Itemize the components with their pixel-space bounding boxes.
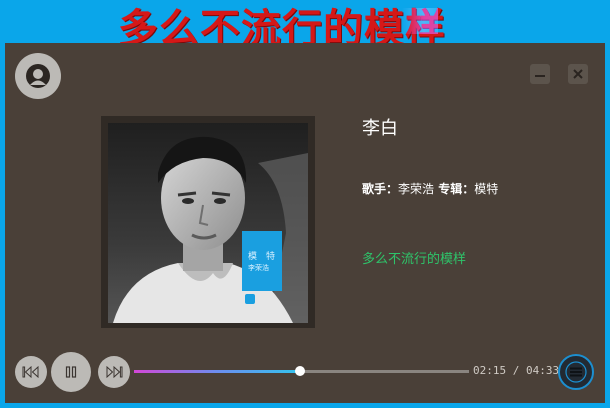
playlist-icon <box>565 361 587 383</box>
album-tag-text-1: 模 <box>248 252 258 262</box>
song-meta: 歌手：李荣浩 专辑：模特 <box>362 180 498 197</box>
user-avatar-button[interactable] <box>15 53 61 99</box>
close-button[interactable] <box>568 64 588 84</box>
singer-name: 李荣浩 <box>398 182 435 196</box>
time-display: 02:15 / 04:33 <box>473 364 559 377</box>
current-lyric-line: 多么不流行的模样 <box>362 252 467 267</box>
music-player: 模 特 李荣浩 李白 歌手：李荣浩 专辑：模特 多么不流行的模样 02:15 /… <box>5 43 605 403</box>
title-highlight <box>402 8 438 34</box>
progress-thumb[interactable] <box>294 366 305 376</box>
user-avatar-icon <box>26 64 50 88</box>
minimize-icon <box>535 75 545 77</box>
album-cover-frame: 模 特 李荣浩 <box>101 116 315 328</box>
previous-track-button[interactable] <box>15 356 47 388</box>
playlist-button[interactable] <box>558 354 594 390</box>
skip-previous-icon <box>22 366 39 378</box>
progress-fill <box>134 370 300 373</box>
song-title: 李白 <box>362 118 398 139</box>
album-cover: 模 特 李荣浩 <box>108 123 308 323</box>
total-time: 04:33 <box>526 364 560 377</box>
album-label: 专辑： <box>438 182 475 196</box>
album-cover-art <box>108 123 308 323</box>
album-name: 模特 <box>474 182 499 196</box>
next-track-button[interactable] <box>98 356 130 388</box>
skip-next-icon <box>106 366 123 378</box>
pause-icon <box>65 366 77 378</box>
singer-label: 歌手： <box>362 182 399 196</box>
progress-bar[interactable] <box>134 366 469 376</box>
album-tag-text-3: 李荣浩 <box>248 264 269 272</box>
album-tag-text-2: 特 <box>266 252 276 262</box>
current-time: 02:15 <box>473 364 507 377</box>
pause-button[interactable] <box>51 352 91 392</box>
time-separator: / <box>512 364 520 377</box>
close-icon <box>573 69 583 79</box>
minimize-button[interactable] <box>530 64 550 84</box>
